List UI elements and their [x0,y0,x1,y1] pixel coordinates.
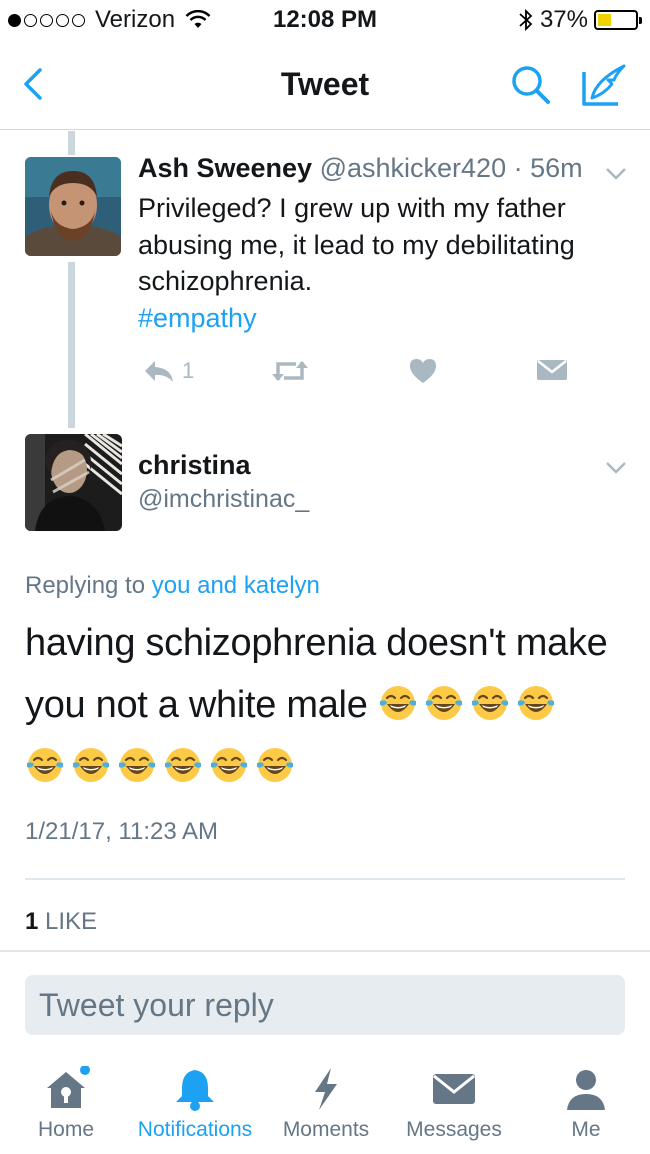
divider [25,878,625,880]
username[interactable]: @imchristinac_ [138,485,309,514]
avatar[interactable] [25,157,121,256]
hashtag-link[interactable]: #empathy [138,303,257,333]
replying-to-line: Replying to you and katelyn [25,572,320,600]
like-button[interactable] [408,358,438,384]
tab-messages[interactable]: Messages [402,1060,506,1142]
tweet-actions: 1 [138,358,578,390]
tweet-text: Privileged? I grew up with my father abu… [138,190,628,336]
tweet-header: Ash Sweeney @ashkicker420 · 56m [138,153,583,184]
compose-tweet-icon[interactable] [578,60,630,110]
tab-label: Moments [282,1118,370,1141]
chevron-down-icon[interactable] [604,166,628,182]
tab-label: Messages [406,1118,502,1141]
bluetooth-icon [519,8,533,32]
face-with-tears-of-joy-emoji [425,686,462,720]
tweet-text: having schizophrenia doesn't make you no… [25,612,635,798]
person-icon [567,1070,605,1110]
status-bar: Verizon 12:08 PM 37% [0,0,650,40]
retweet-button[interactable] [270,358,310,384]
face-with-tears-of-joy-emoji [27,748,63,782]
username[interactable]: @ashkicker420 [320,153,507,183]
face-with-tears-of-joy-emoji [119,748,155,782]
reply-icon [145,361,173,382]
face-with-tears-of-joy-emoji [165,748,201,782]
tweet-timestamp: 1/21/17, 11:23 AM [25,818,219,845]
tab-home[interactable]: Home [26,1060,106,1142]
face-with-tears-of-joy-emoji [517,686,554,720]
display-name[interactable]: christina [138,450,251,481]
like-label: LIKE [45,908,98,935]
tab-label: Notifications [137,1118,253,1141]
envelope-icon [433,1074,475,1104]
heart-icon [410,359,436,383]
battery-icon [594,10,642,30]
like-count: 1 [25,908,39,935]
replying-prefix: Replying to [25,572,146,599]
battery-percent: 37% [539,6,588,33]
face-with-tears-of-joy-emoji [257,748,293,782]
tab-moments[interactable]: Moments [276,1060,376,1142]
reply-button[interactable]: 1 [142,358,194,384]
navigation-bar: Tweet [0,42,650,130]
envelope-icon [537,360,567,380]
avatar-photo [25,434,122,531]
status-right: 37% [518,6,642,34]
thread-line-top [68,131,75,155]
avatar-photo [25,157,121,256]
tweet-time: 56m [530,153,583,183]
face-with-tears-of-joy-emoji [211,748,247,782]
direct-message-button[interactable] [536,358,568,382]
separator: · [513,153,523,183]
bell-icon [176,1070,214,1111]
tweet-body: Privileged? I grew up with my father abu… [138,193,575,296]
face-with-tears-of-joy-emoji [471,686,508,720]
tab-bar: Home Notifications Moments Messages Me [0,1060,650,1154]
emoji-group [378,684,562,726]
like-count-link[interactable]: 1 LIKE [25,908,97,936]
tab-notifications[interactable]: Notifications [130,1060,260,1142]
tab-label: Me [571,1118,601,1141]
lightning-icon [315,1068,337,1110]
face-with-tears-of-joy-emoji [73,748,109,782]
thread-line-bottom [68,262,75,428]
home-icon [47,1066,90,1108]
face-with-tears-of-joy-emoji [379,686,416,720]
tab-label: Home [37,1118,95,1141]
emoji-group [25,746,301,788]
tab-me[interactable]: Me [556,1060,616,1142]
reply-input[interactable]: Tweet your reply [25,975,625,1035]
divider [0,950,650,952]
display-name[interactable]: Ash Sweeney [138,153,312,183]
retweet-icon [272,361,308,381]
reply-count: 1 [182,358,195,383]
avatar[interactable] [25,434,122,531]
chevron-down-icon[interactable] [604,460,628,476]
replying-to-link[interactable]: you and katelyn [152,572,320,599]
search-icon[interactable] [508,62,554,108]
